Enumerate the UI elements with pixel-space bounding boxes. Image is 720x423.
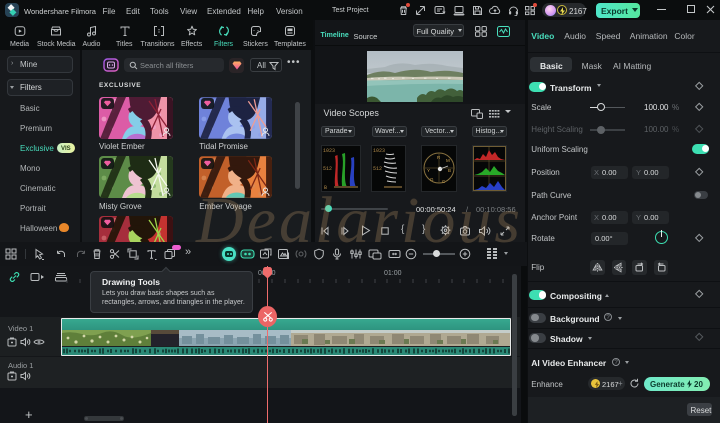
svg-text:1023: 1023 (373, 148, 385, 154)
svg-text:512: 512 (373, 166, 382, 172)
svg-text:G: G (430, 177, 434, 182)
svg-text:M: M (446, 158, 450, 163)
svg-text:B: B (448, 168, 451, 173)
svg-text:1023: 1023 (323, 148, 335, 154)
svg-text:512: 512 (323, 166, 332, 172)
svg-text:B: B (324, 185, 327, 191)
svg-text:Y: Y (427, 168, 430, 173)
svg-text:R: R (437, 155, 441, 160)
